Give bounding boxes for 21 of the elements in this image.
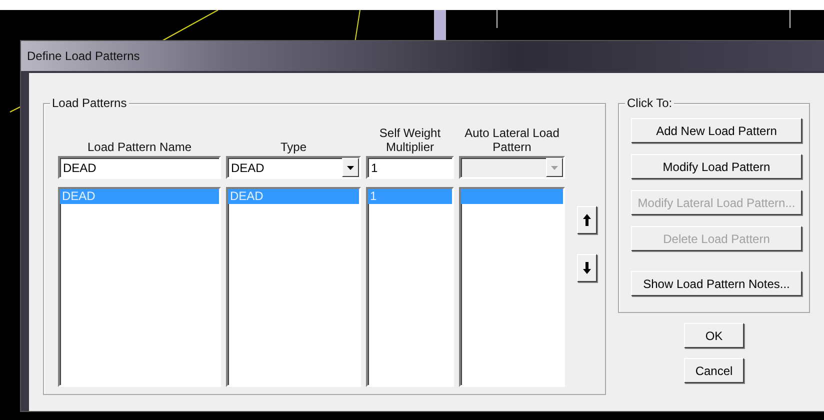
column-header: Self Weight Multiplier	[378, 125, 442, 156]
group-label: Click To:	[625, 96, 674, 110]
caret-icon	[551, 166, 558, 170]
cancel-button[interactable]: Cancel	[684, 358, 744, 383]
multiplier-input[interactable]: 1	[366, 156, 454, 179]
caret-icon	[347, 166, 354, 170]
column-header: Auto Lateral Load Pattern	[464, 125, 560, 156]
ok-button[interactable]: OK	[684, 323, 744, 348]
up-arrow-icon	[583, 214, 591, 226]
action-button[interactable]: Modify Load Pattern	[631, 154, 802, 179]
down-arrow-icon	[583, 262, 591, 274]
move-down-button[interactable]	[577, 254, 597, 282]
type-dropdown[interactable]: DEAD	[226, 156, 361, 179]
move-up-button[interactable]	[577, 206, 597, 234]
name-input[interactable]: DEAD	[58, 156, 221, 179]
group-label: Load Patterns	[50, 96, 129, 110]
action-button[interactable]: Add New Load Pattern	[631, 118, 802, 143]
column-header: Type	[279, 139, 308, 156]
window-title: Define Load Patterns	[27, 49, 140, 63]
column-header: Load Pattern Name	[86, 139, 193, 156]
action-button[interactable]: Show Load Pattern Notes...	[631, 271, 802, 296]
